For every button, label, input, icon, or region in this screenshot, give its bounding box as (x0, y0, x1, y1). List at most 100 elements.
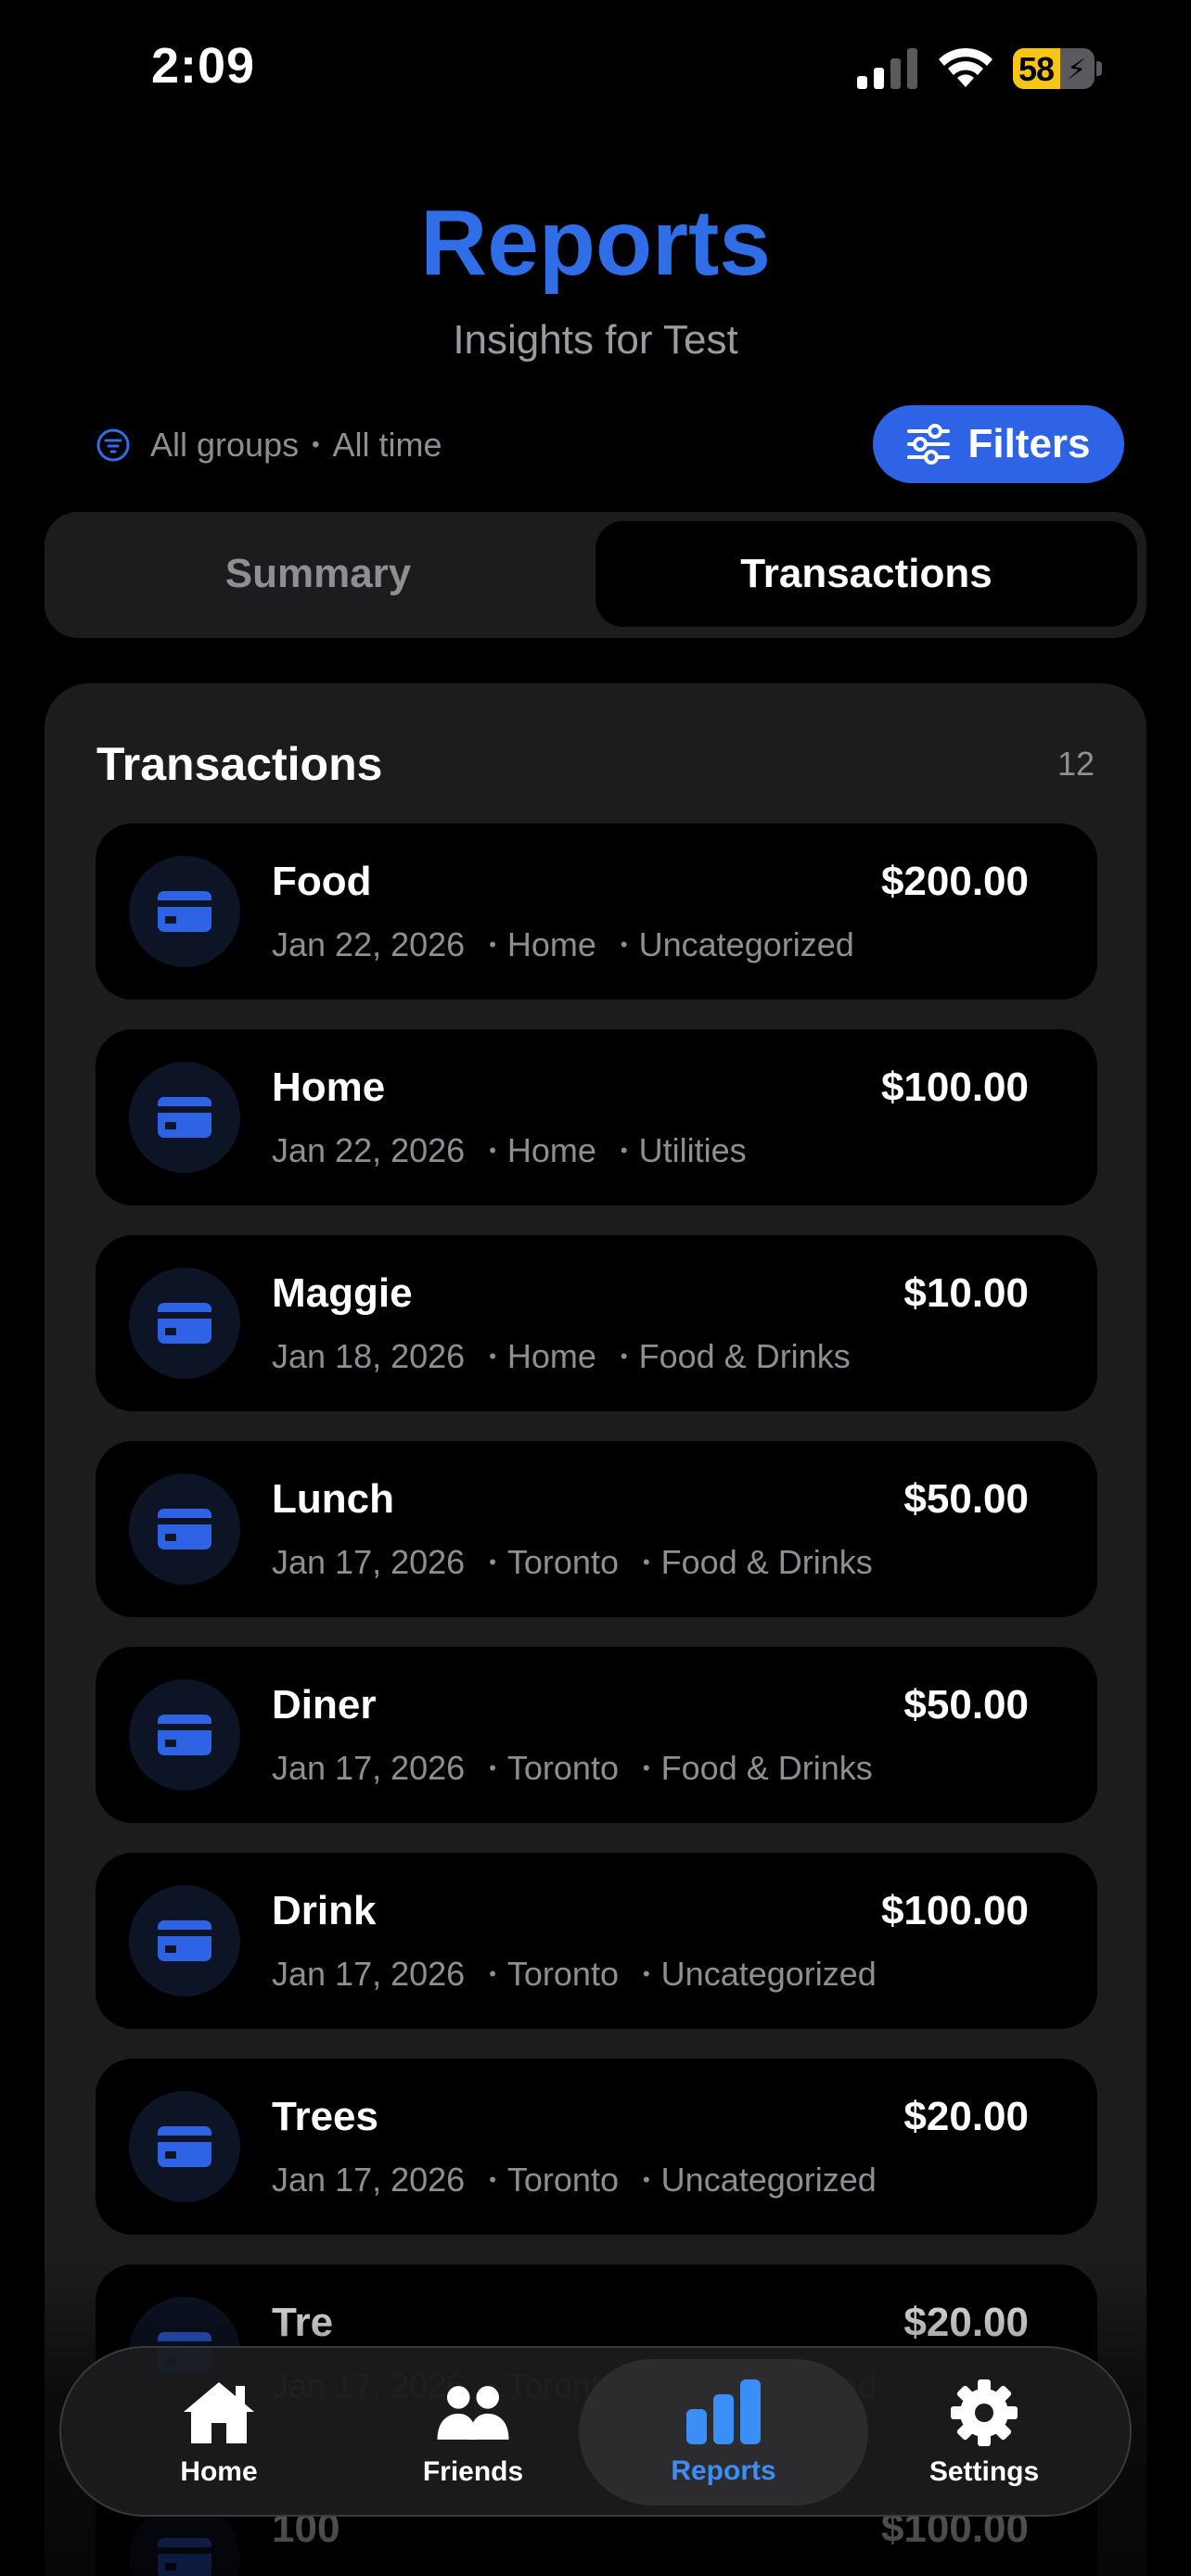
transaction-group: Toronto (506, 1543, 619, 1581)
transaction-name: Trees (272, 2094, 378, 2139)
gear-icon (951, 2379, 1018, 2446)
transaction-group: Toronto (506, 1749, 619, 1787)
transaction-icon-badge (129, 1679, 240, 1791)
transaction-amount: $100.00 (880, 1065, 1029, 1110)
transaction-icon-badge (129, 2091, 240, 2202)
people-icon (437, 2386, 509, 2440)
transaction-group: Home (506, 925, 596, 963)
transaction-icon-badge (129, 1885, 240, 1996)
transaction-group: Home (506, 1337, 596, 1375)
status-time: 2:09 (151, 38, 256, 94)
transaction-category: Food & Drinks (660, 1749, 873, 1787)
filter-group-label: All groups (150, 426, 300, 464)
tab-home-label: Home (180, 2456, 258, 2487)
filters-button-label: Filters (967, 421, 1091, 466)
transaction-name: Home (272, 1065, 386, 1110)
transaction-date: Jan 17, 2026 (272, 2161, 466, 2199)
transaction-name: Food (272, 859, 372, 904)
transaction-amount: $200.00 (880, 859, 1029, 904)
separator-dot: • (620, 933, 628, 956)
transaction-icon-badge (129, 1473, 240, 1585)
transaction-amount: $50.00 (903, 1476, 1029, 1522)
transaction-row[interactable]: Maggie $10.00 Jan 18, 2026 • Home • Food… (96, 1235, 1097, 1411)
tab-settings-label: Settings (928, 2456, 1040, 2487)
tab-home[interactable]: Home (117, 2348, 321, 2519)
transaction-count: 12 (1057, 745, 1095, 783)
transaction-date: Jan 17, 2026 (272, 1543, 466, 1581)
status-bar: 2:09 58 ⚡ (0, 0, 1191, 139)
transaction-category: Utilities (638, 1131, 747, 1169)
separator-dot: • (489, 2168, 496, 2191)
separator-dot: • (312, 432, 320, 457)
transaction-row[interactable]: Drink $100.00 Jan 17, 2026 • Toronto • U… (96, 1853, 1097, 2029)
cellular-signal-icon (857, 48, 917, 89)
page-title: Reports (420, 191, 771, 295)
separator-dot: • (489, 1962, 496, 1985)
transaction-category: Food & Drinks (638, 1337, 851, 1375)
credit-card-icon (158, 2126, 211, 2167)
transaction-meta: Jan 22, 2026 • Home • Utilities (272, 1131, 747, 1170)
transaction-meta: Jan 22, 2026 • Home • Uncategorized (272, 925, 854, 964)
transaction-date: Jan 17, 2026 (272, 1749, 466, 1787)
separator-dot: • (489, 1139, 496, 1162)
transaction-meta: Jan 18, 2026 • Home • Food & Drinks (272, 1337, 851, 1376)
credit-card-icon (158, 1715, 211, 1755)
transaction-amount: $100.00 (880, 1888, 1029, 1933)
transaction-category: Uncategorized (660, 1955, 877, 1993)
segment-transactions[interactable]: Transactions (596, 521, 1137, 627)
transaction-icon-badge (129, 1062, 240, 1173)
credit-card-icon (158, 891, 211, 932)
separator-dot: • (489, 1756, 496, 1779)
separator-dot: • (489, 1345, 496, 1368)
tab-friends[interactable]: Friends (371, 2348, 575, 2519)
card-title: Transactions (96, 738, 383, 790)
credit-card-icon (158, 1303, 211, 1344)
transaction-date: Jan 22, 2026 (272, 1131, 466, 1169)
page-subtitle: Insights for Test (453, 317, 738, 363)
transaction-meta: Jan 17, 2026 • Toronto • Uncategorized (272, 1955, 877, 1994)
transaction-icon-badge (129, 856, 240, 967)
separator-dot: • (620, 1345, 628, 1368)
charging-bolt-icon: ⚡ (1067, 55, 1087, 85)
transaction-name: Lunch (272, 1476, 394, 1522)
separator-dot: • (620, 1139, 628, 1162)
tab-settings[interactable]: Settings (877, 2348, 1091, 2519)
credit-card-icon (158, 1920, 211, 1961)
battery-level: 58 (1018, 50, 1055, 88)
tab-bar: Home Friends Reports Settings (59, 2346, 1132, 2517)
transaction-name: Diner (272, 1682, 377, 1728)
filter-icon (96, 428, 130, 462)
segment-summary[interactable]: Summary (54, 521, 583, 627)
transaction-row[interactable]: Trees $20.00 Jan 17, 2026 • Toronto • Un… (96, 2059, 1097, 2235)
credit-card-icon (158, 1509, 211, 1549)
separator-dot: • (642, 2168, 650, 2191)
transaction-icon-badge (129, 1268, 240, 1379)
transaction-category: Uncategorized (638, 925, 854, 963)
transaction-name: Drink (272, 1888, 377, 1933)
house-icon (184, 2382, 254, 2443)
separator-dot: • (642, 1962, 650, 1985)
bar-chart-icon (686, 2379, 761, 2444)
tab-friends-label: Friends (422, 2456, 524, 2487)
transaction-date: Jan 22, 2026 (272, 925, 466, 963)
tab-reports[interactable]: Reports (579, 2359, 868, 2506)
separator-dot: • (489, 933, 496, 956)
filters-button[interactable]: Filters (873, 405, 1124, 483)
transaction-group: Home (506, 1131, 596, 1169)
battery-icon: 58 ⚡ (1013, 48, 1102, 89)
filter-period-label: All time (332, 426, 442, 464)
transaction-date: Jan 18, 2026 (272, 1337, 466, 1375)
transaction-row[interactable]: Diner $50.00 Jan 17, 2026 • Toronto • Fo… (96, 1647, 1097, 1823)
tab-reports-label: Reports (671, 2455, 776, 2486)
separator-dot: • (642, 1756, 650, 1779)
transaction-meta: Jan 17, 2026 • Toronto • Food & Drinks (272, 1543, 873, 1582)
sliders-icon (907, 424, 951, 465)
transaction-row[interactable]: Home $100.00 Jan 22, 2026 • Home • Utili… (96, 1029, 1097, 1205)
transaction-meta: Jan 17, 2026 • Toronto • Food & Drinks (272, 1749, 873, 1788)
view-segmented-control: Summary Transactions (45, 512, 1146, 638)
transaction-row[interactable]: Lunch $50.00 Jan 17, 2026 • Toronto • Fo… (96, 1441, 1097, 1617)
transaction-name: Maggie (272, 1270, 413, 1316)
wifi-icon (939, 47, 992, 87)
transaction-amount: $50.00 (903, 1682, 1029, 1728)
transaction-row[interactable]: Food $200.00 Jan 22, 2026 • Home • Uncat… (96, 823, 1097, 1000)
